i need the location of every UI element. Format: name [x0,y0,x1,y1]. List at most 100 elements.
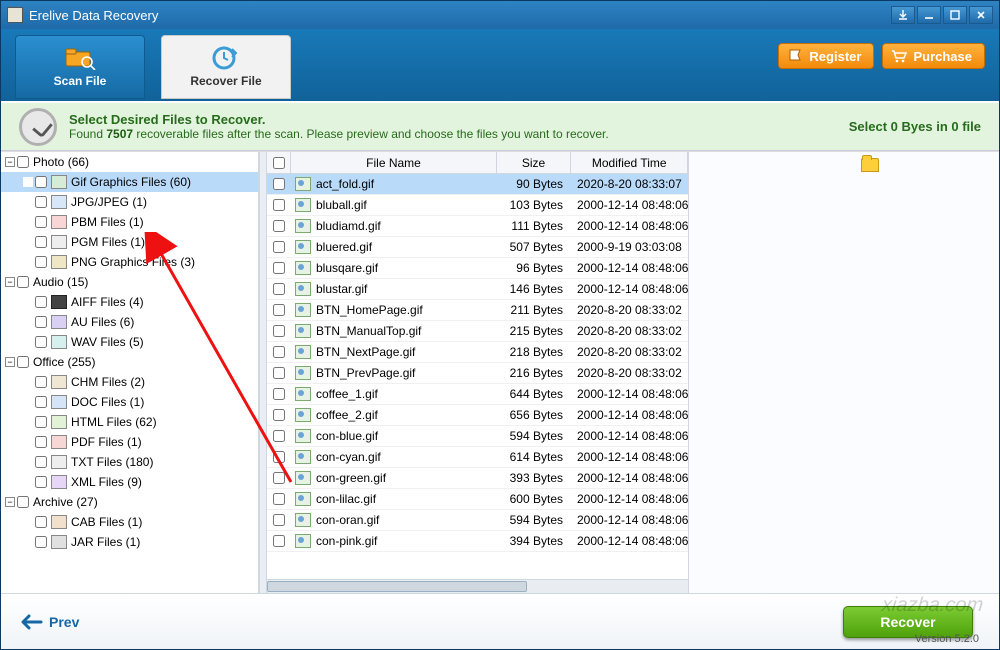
tab-recover-file[interactable]: Recover File [161,35,291,99]
sidebar-item[interactable]: XML Files (9) [1,472,258,492]
sidebar-item[interactable]: JAR Files (1) [1,532,258,552]
sidebar-item[interactable]: −Office (255) [1,352,258,372]
table-row[interactable]: con-pink.gif394 Bytes2000-12-14 08:48:06 [267,531,688,552]
row-checkbox[interactable] [273,241,285,253]
horizontal-scrollbar[interactable] [267,579,688,593]
row-checkbox[interactable] [273,346,285,358]
sidebar-item[interactable]: AIFF Files (4) [1,292,258,312]
sidebar-checkbox[interactable] [17,156,29,168]
column-check-header[interactable] [267,152,291,173]
table-row[interactable]: coffee_2.gif656 Bytes2000-12-14 08:48:06 [267,405,688,426]
column-name-header[interactable]: File Name [291,152,497,173]
sidebar-checkbox[interactable] [17,356,29,368]
sidebar-item[interactable]: DOC Files (1) [1,392,258,412]
sidebar-item[interactable]: PGM Files (1) [1,232,258,252]
row-checkbox[interactable] [273,325,285,337]
sidebar-item[interactable]: TXT Files (180) [1,452,258,472]
collapse-icon[interactable]: − [5,357,15,367]
maximize-button[interactable] [943,6,967,24]
sidebar-checkbox[interactable] [35,396,47,408]
column-size-header[interactable]: Size [497,152,571,173]
sidebar-checkbox[interactable] [17,276,29,288]
row-checkbox[interactable] [273,430,285,442]
row-checkbox[interactable] [273,388,285,400]
sidebar-checkbox[interactable] [35,336,47,348]
sidebar-item[interactable]: HTML Files (62) [1,412,258,432]
table-row[interactable]: con-cyan.gif614 Bytes2000-12-14 08:48:06 [267,447,688,468]
table-row[interactable]: BTN_PrevPage.gif216 Bytes2020-8-20 08:33… [267,363,688,384]
collapse-icon[interactable]: − [5,497,15,507]
sidebar-checkbox[interactable] [35,256,47,268]
table-row[interactable]: coffee_1.gif644 Bytes2000-12-14 08:48:06 [267,384,688,405]
row-checkbox[interactable] [273,451,285,463]
sidebar-checkbox[interactable] [17,496,29,508]
row-checkbox[interactable] [273,514,285,526]
close-button[interactable] [969,6,993,24]
table-row[interactable]: bluball.gif103 Bytes2000-12-14 08:48:06 [267,195,688,216]
row-checkbox[interactable] [273,472,285,484]
register-button[interactable]: Register [778,43,874,69]
sidebar-checkbox[interactable] [35,196,47,208]
sidebar-item[interactable]: JPG/JPEG (1) [1,192,258,212]
sidebar-checkbox[interactable] [35,476,47,488]
sidebar-item[interactable]: WAV Files (5) [1,332,258,352]
table-row[interactable]: bludiamd.gif111 Bytes2000-12-14 08:48:06 [267,216,688,237]
sidebar-checkbox[interactable] [35,436,47,448]
table-row[interactable]: blusqare.gif96 Bytes2000-12-14 08:48:06 [267,258,688,279]
row-checkbox[interactable] [273,178,285,190]
sidebar-item[interactable]: PNG Graphics Files (3) [1,252,258,272]
purchase-button[interactable]: Purchase [882,43,985,69]
prev-button[interactable]: Prev [21,614,79,630]
sidebar-item[interactable]: −Photo (66) [1,152,258,172]
table-row[interactable]: con-green.gif393 Bytes2000-12-14 08:48:0… [267,468,688,489]
row-checkbox[interactable] [273,262,285,274]
scrollbar-thumb[interactable] [267,581,527,592]
sidebar-item[interactable]: AU Files (6) [1,312,258,332]
table-row[interactable]: BTN_NextPage.gif218 Bytes2020-8-20 08:33… [267,342,688,363]
sidebar-checkbox[interactable] [35,316,47,328]
table-row[interactable]: con-blue.gif594 Bytes2000-12-14 08:48:06 [267,426,688,447]
table-row[interactable]: blustar.gif146 Bytes2000-12-14 08:48:06 [267,279,688,300]
sidebar-item[interactable]: Gif Graphics Files (60) [1,172,258,192]
download-button[interactable] [891,6,915,24]
select-all-checkbox[interactable] [273,157,285,169]
row-checkbox[interactable] [273,283,285,295]
table-row[interactable]: act_fold.gif90 Bytes2020-8-20 08:33:07 [267,174,688,195]
sidebar-checkbox[interactable] [35,216,47,228]
table-row[interactable]: con-lilac.gif600 Bytes2000-12-14 08:48:0… [267,489,688,510]
table-row[interactable]: bluered.gif507 Bytes2000-9-19 03:03:08 [267,237,688,258]
sidebar-checkbox[interactable] [35,376,47,388]
collapse-icon[interactable]: − [5,277,15,287]
sidebar-checkbox[interactable] [35,536,47,548]
column-modified-header[interactable]: Modified Time [571,152,688,173]
sidebar-item[interactable]: −Archive (27) [1,492,258,512]
table-row[interactable]: con-oran.gif594 Bytes2000-12-14 08:48:06 [267,510,688,531]
row-checkbox[interactable] [273,535,285,547]
sidebar-checkbox[interactable] [35,236,47,248]
table-row[interactable]: BTN_HomePage.gif211 Bytes2020-8-20 08:33… [267,300,688,321]
tab-scan-file[interactable]: Scan File [15,35,145,99]
row-checkbox[interactable] [273,493,285,505]
row-checkbox[interactable] [273,220,285,232]
minimize-button[interactable] [917,6,941,24]
sidebar-item[interactable]: −Audio (15) [1,272,258,292]
row-checkbox[interactable] [273,409,285,421]
file-list[interactable]: act_fold.gif90 Bytes2020-8-20 08:33:07bl… [267,174,688,579]
collapse-icon[interactable]: − [5,157,15,167]
sidebar-checkbox[interactable] [35,456,47,468]
sidebar-item[interactable]: PBM Files (1) [1,212,258,232]
sidebar-item[interactable]: CAB Files (1) [1,512,258,532]
table-row[interactable]: BTN_ManualTop.gif215 Bytes2020-8-20 08:3… [267,321,688,342]
row-checkbox[interactable] [273,199,285,211]
sidebar-checkbox[interactable] [35,416,47,428]
sidebar-checkbox[interactable] [35,296,47,308]
sidebar-item[interactable]: PDF Files (1) [1,432,258,452]
row-checkbox[interactable] [273,304,285,316]
row-checkbox[interactable] [273,367,285,379]
splitter[interactable] [259,152,267,593]
sidebar-checkbox[interactable] [35,516,47,528]
file-modified: 2000-12-14 08:48:06 [571,408,688,422]
sidebar-item[interactable]: CHM Files (2) [1,372,258,392]
category-sidebar[interactable]: −Photo (66)Gif Graphics Files (60)JPG/JP… [1,152,259,593]
sidebar-checkbox[interactable] [35,176,47,188]
